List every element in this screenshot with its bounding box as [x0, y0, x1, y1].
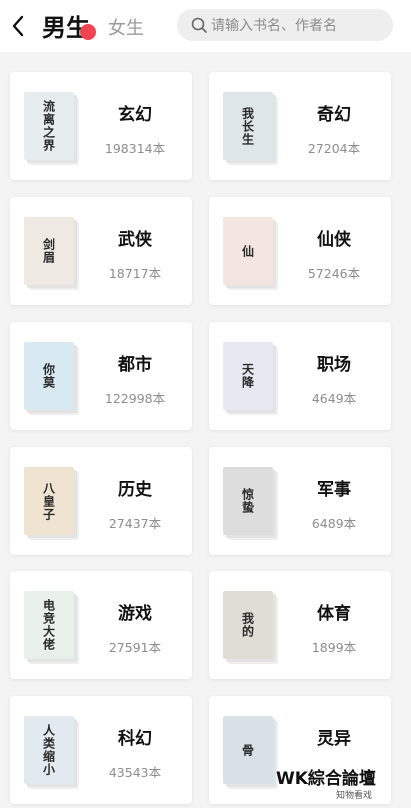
cover-title: 人类缩小: [41, 724, 56, 776]
category-name: 仙侠: [317, 230, 351, 250]
category-name: 职场: [317, 355, 351, 375]
cover-title: 你莫: [41, 363, 56, 389]
category-card-dushi[interactable]: 你莫 都市 122998本: [10, 322, 192, 430]
category-count: 18717本: [108, 266, 162, 281]
cover-title: 我的: [240, 612, 255, 638]
cover-title: 八皇子: [41, 481, 56, 521]
cover-title: 骨: [240, 743, 255, 757]
cover-title: 电竞大佬: [41, 599, 56, 651]
book-cover: 八皇子: [24, 467, 74, 535]
category-count: 27437本: [108, 516, 162, 531]
category-card-lishi[interactable]: 八皇子 历史 27437本: [10, 447, 192, 555]
category-name: 奇幻: [317, 105, 351, 125]
cover-title: 仙: [240, 244, 255, 258]
top-bar: 男生 女生 请输入书名、作者名: [0, 0, 411, 52]
channel-watermark: 知物看戏: [336, 791, 373, 801]
category-count: 4649本: [311, 391, 357, 406]
category-count: 1899本: [311, 640, 357, 655]
category-card-qihuan[interactable]: 我长生 奇幻 27204本: [209, 72, 391, 180]
cover-title: 惊蛰: [240, 488, 255, 514]
category-name: 灵异: [317, 729, 351, 749]
category-card-youxi[interactable]: 电竞大佬 游戏 27591本: [10, 571, 192, 679]
book-cover: 人类缩小: [24, 716, 74, 784]
category-card-kehuan[interactable]: 人类缩小 科幻 43543本: [10, 696, 192, 804]
tab-indicator-dot: [80, 24, 96, 40]
book-cover: 我长生: [223, 92, 273, 160]
category-name: 军事: [317, 480, 351, 500]
book-cover: 惊蛰: [223, 467, 273, 535]
cover-title: 我长生: [240, 106, 255, 146]
category-name: 体育: [317, 604, 351, 624]
search-icon: [191, 17, 207, 33]
category-count: 6489本: [311, 516, 357, 531]
book-cover: 骨: [223, 716, 273, 784]
book-cover: 流离之界: [24, 92, 74, 160]
tab-female[interactable]: 女生: [108, 14, 144, 40]
book-cover: 仙: [223, 217, 273, 285]
category-card-tiyu[interactable]: 我的 体育 1899本: [209, 571, 391, 679]
category-name: 武侠: [118, 230, 152, 250]
category-count: 57246本: [307, 266, 361, 281]
category-card-wuxia[interactable]: 剑眉 武侠 18717本: [10, 197, 192, 305]
category-card-xianxia[interactable]: 仙 仙侠 57246本: [209, 197, 391, 305]
book-cover: 剑眉: [24, 217, 74, 285]
category-card-zhichang[interactable]: 天降 职场 4649本: [209, 322, 391, 430]
forum-watermark: WK綜合論壇: [276, 769, 376, 789]
category-name: 玄幻: [118, 105, 152, 125]
book-cover: 我的: [223, 591, 273, 659]
category-card-junshi[interactable]: 惊蛰 军事 6489本: [209, 447, 391, 555]
cover-title: 天降: [240, 363, 255, 389]
back-button[interactable]: [4, 12, 32, 40]
category-count: 122998本: [104, 391, 166, 406]
search-box[interactable]: 请输入书名、作者名: [177, 9, 393, 41]
category-count: 27204本: [307, 141, 361, 156]
cover-title: 流离之界: [41, 100, 56, 152]
category-count: 198314本: [104, 141, 166, 156]
category-name: 游戏: [118, 604, 152, 624]
chevron-left-icon: [12, 15, 24, 37]
category-card-xuanhuan[interactable]: 流离之界 玄幻 198314本: [10, 72, 192, 180]
cover-title: 剑眉: [41, 238, 56, 264]
book-cover: 电竞大佬: [24, 591, 74, 659]
category-name: 历史: [118, 480, 152, 500]
category-name: 都市: [118, 355, 152, 375]
search-placeholder: 请输入书名、作者名: [211, 18, 337, 34]
category-count: 27591本: [108, 640, 162, 655]
category-count: 43543本: [108, 765, 162, 780]
book-cover: 天降: [223, 342, 273, 410]
category-name: 科幻: [118, 729, 152, 749]
book-cover: 你莫: [24, 342, 74, 410]
